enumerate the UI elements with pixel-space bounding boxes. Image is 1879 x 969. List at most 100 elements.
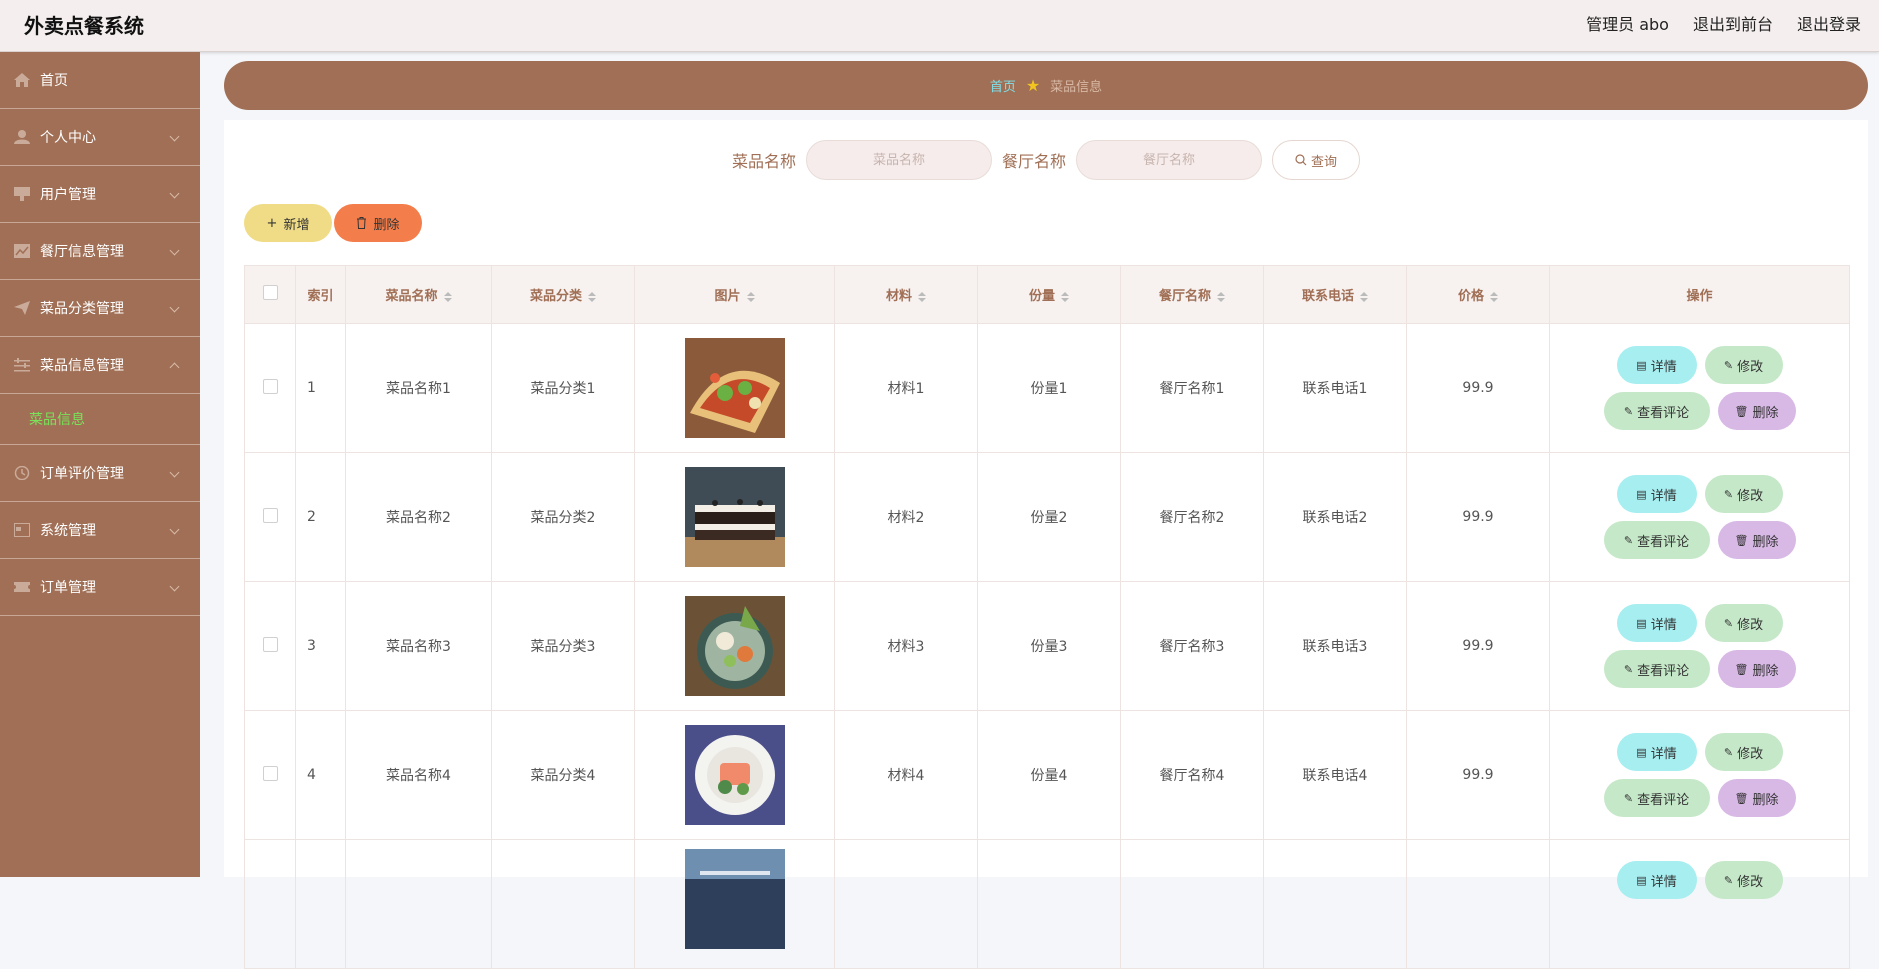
- sort-icon[interactable]: [588, 291, 596, 302]
- window-icon: [14, 523, 30, 537]
- document-icon: ▤: [1636, 487, 1647, 501]
- sidebar-item-order-management[interactable]: 订单管理: [0, 559, 200, 616]
- restaurant-name-input[interactable]: [1076, 140, 1263, 180]
- detail-button[interactable]: ▤ 详情: [1616, 861, 1697, 899]
- trash-icon: 🗑: [1734, 533, 1749, 547]
- sidebar-item-restaurant-management[interactable]: 餐厅信息管理: [0, 223, 200, 280]
- edit-button[interactable]: ✎ 修改: [1704, 861, 1783, 899]
- index-cell: 1: [295, 323, 346, 453]
- price-cell: 99.9: [1406, 323, 1550, 453]
- column-header-restaurant[interactable]: 餐厅名称: [1120, 265, 1264, 324]
- restaurant-cell: 餐厅名称3: [1120, 581, 1264, 711]
- table-row: 2 菜品名称2 菜品分类2 材料2 份量2 餐厅名称2 联系电话2 99.9 ▤…: [244, 452, 1850, 582]
- dish-image-stew[interactable]: [684, 596, 785, 696]
- sort-icon[interactable]: [1360, 291, 1368, 302]
- column-header-material[interactable]: 材料: [834, 265, 978, 324]
- sidebar-subitem-dish-info[interactable]: 菜品信息: [0, 394, 200, 445]
- select-all-checkbox[interactable]: [262, 285, 278, 300]
- pencil-icon: ✎: [1723, 487, 1734, 501]
- document-icon: ▤: [1636, 873, 1647, 887]
- search-icon: [1295, 154, 1307, 166]
- chevron-down-icon: [169, 524, 180, 535]
- edit-button[interactable]: ✎ 修改: [1704, 475, 1783, 513]
- sidebar-item-label: 系统管理: [40, 523, 96, 539]
- row-checkbox[interactable]: [262, 636, 278, 652]
- material-cell: 材料2: [834, 452, 978, 582]
- admin-user-link[interactable]: 管理员 abo: [1586, 11, 1669, 35]
- detail-button[interactable]: ▤ 详情: [1616, 733, 1697, 771]
- index-cell: 3: [295, 581, 346, 711]
- sidebar: 首页 个人中心 用户管理 餐厅信息管理 菜品分类管理 菜品信息管理 菜品信息 订…: [0, 52, 200, 877]
- delete-button[interactable]: 🗑 删除: [1717, 521, 1796, 559]
- comment-label: 查看评论: [1637, 663, 1690, 679]
- sliders-icon: [14, 358, 30, 372]
- column-header-portion[interactable]: 份量: [977, 265, 1121, 324]
- edit-button[interactable]: ✎ 修改: [1704, 604, 1783, 642]
- view-comments-button[interactable]: ✎ 查看评论: [1603, 392, 1710, 430]
- column-header-category[interactable]: 菜品分类: [491, 265, 635, 324]
- breadcrumb: 首页 ★ 菜品信息: [224, 61, 1868, 110]
- sidebar-item-dish-management[interactable]: 菜品信息管理: [0, 337, 200, 394]
- sidebar-item-user-management[interactable]: 用户管理: [0, 166, 200, 223]
- sidebar-item-personal-center[interactable]: 个人中心: [0, 109, 200, 166]
- document-icon: ▤: [1636, 745, 1647, 759]
- sort-icon[interactable]: [1217, 291, 1225, 302]
- app-title: 外卖点餐系统: [24, 14, 144, 38]
- sidebar-item-system-management[interactable]: 系统管理: [0, 502, 200, 559]
- column-header-phone[interactable]: 联系电话: [1263, 265, 1407, 324]
- table-row: 4 菜品名称4 菜品分类4 材料4 份量4 餐厅名称4 联系电话4 99.9 ▤…: [244, 710, 1850, 840]
- sidebar-item-label: 菜品分类管理: [40, 301, 124, 317]
- delete-button[interactable]: 🗑 删除: [1717, 650, 1796, 688]
- portion-cell: 份量2: [977, 452, 1121, 582]
- sort-icon[interactable]: [1490, 291, 1498, 302]
- sidebar-item-label: 用户管理: [40, 187, 96, 203]
- breadcrumb-home[interactable]: 首页: [990, 76, 1016, 95]
- edit-button[interactable]: ✎ 修改: [1704, 733, 1783, 771]
- dish-image-cake[interactable]: [684, 467, 785, 567]
- sidebar-item-category-management[interactable]: 菜品分类管理: [0, 280, 200, 337]
- detail-button[interactable]: ▤ 详情: [1616, 346, 1697, 384]
- sort-icon[interactable]: [443, 291, 452, 302]
- phone-cell: 联系电话4: [1263, 710, 1407, 840]
- header-label: 联系电话: [1301, 289, 1354, 304]
- header-label: 索引: [307, 289, 334, 304]
- sidebar-item-home[interactable]: 首页: [0, 52, 200, 109]
- sort-icon[interactable]: [918, 291, 926, 302]
- content-panel: 菜品名称 餐厅名称 查询 + 新增 删除 索引 菜品名称: [224, 120, 1868, 969]
- document-icon: ▤: [1636, 616, 1647, 630]
- column-header-dish-name[interactable]: 菜品名称: [345, 265, 492, 324]
- dish-image-partial[interactable]: [684, 849, 785, 949]
- material-cell: 材料4: [834, 710, 978, 840]
- query-button[interactable]: 查询: [1272, 140, 1361, 180]
- sidebar-item-review-management[interactable]: 订单评价管理: [0, 445, 200, 502]
- chart-icon: [14, 244, 30, 258]
- add-button[interactable]: + 新增: [244, 204, 332, 242]
- edit-button[interactable]: ✎ 修改: [1704, 346, 1783, 384]
- dish-image-tacos[interactable]: [684, 338, 785, 438]
- exit-to-front-link[interactable]: 退出到前台: [1693, 11, 1773, 35]
- view-comments-button[interactable]: ✎ 查看评论: [1603, 650, 1710, 688]
- category-cell: 菜品分类4: [491, 710, 635, 840]
- row-checkbox[interactable]: [262, 507, 278, 523]
- restaurant-cell: 餐厅名称1: [1120, 323, 1264, 453]
- view-comments-button[interactable]: ✎ 查看评论: [1603, 779, 1710, 817]
- logout-link[interactable]: 退出登录: [1797, 11, 1861, 35]
- detail-button[interactable]: ▤ 详情: [1616, 604, 1697, 642]
- table-row: ▤ 详情 ✎ 修改: [244, 839, 1850, 969]
- dish-image-salmon[interactable]: [684, 725, 785, 825]
- sort-icon[interactable]: [746, 291, 755, 302]
- row-checkbox[interactable]: [262, 765, 278, 781]
- dish-name-input[interactable]: [806, 140, 992, 180]
- header-label: 餐厅名称: [1158, 289, 1211, 304]
- image-cell: [634, 581, 835, 711]
- column-header-price[interactable]: 价格: [1406, 265, 1550, 324]
- header-label: 价格: [1457, 289, 1484, 304]
- detail-button[interactable]: ▤ 详情: [1616, 475, 1697, 513]
- delete-button[interactable]: 🗑 删除: [1717, 392, 1796, 430]
- batch-delete-button[interactable]: 删除: [334, 204, 422, 242]
- delete-button[interactable]: 🗑 删除: [1717, 779, 1796, 817]
- row-checkbox[interactable]: [262, 378, 278, 394]
- view-comments-button[interactable]: ✎ 查看评论: [1603, 521, 1710, 559]
- column-header-image[interactable]: 图片: [634, 265, 835, 324]
- sort-icon[interactable]: [1061, 291, 1069, 302]
